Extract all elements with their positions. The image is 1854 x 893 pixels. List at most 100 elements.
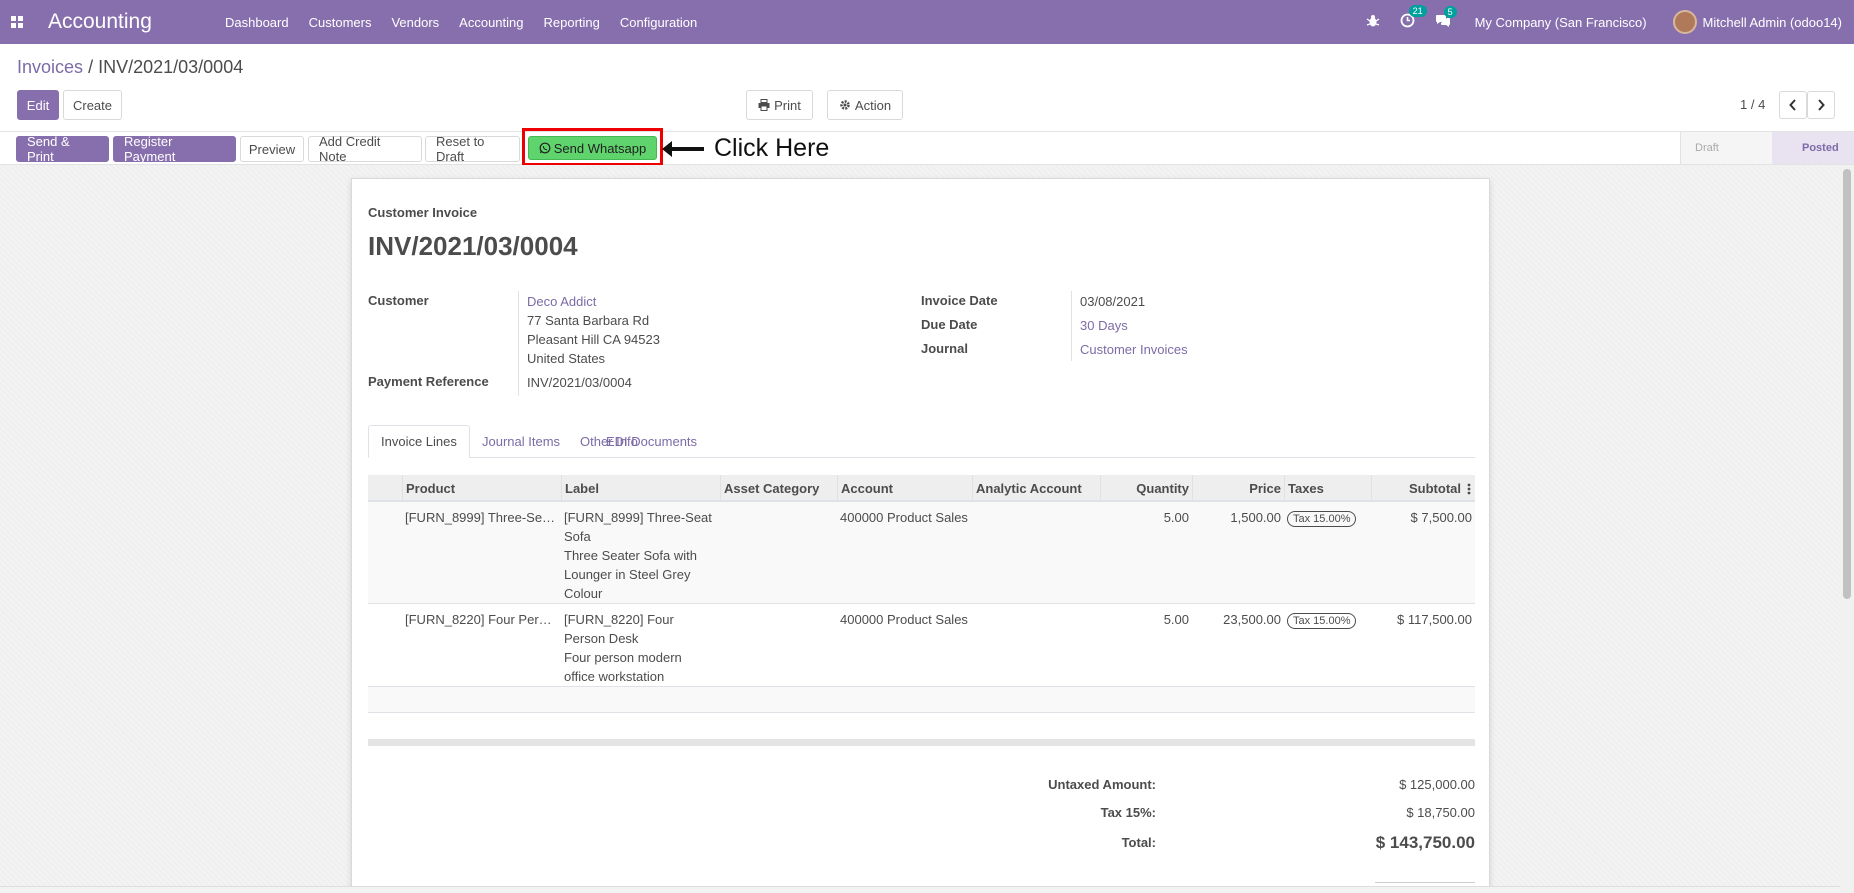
create-button[interactable]: Create [63, 90, 122, 120]
journal-label: Journal [921, 341, 968, 356]
user-name: Mitchell Admin (odoo14) [1702, 14, 1842, 30]
col-account[interactable]: Account [837, 475, 972, 502]
debug-bug-icon[interactable] [1366, 14, 1380, 31]
bottom-strip [0, 886, 1840, 893]
line-product: [FURN_8999] Three-Se… [405, 510, 556, 525]
apps-menu-icon[interactable] [0, 0, 34, 44]
line-tax: Tax 15.00% [1287, 610, 1357, 629]
page-scrollbar[interactable] [1840, 165, 1854, 893]
field-divider [1071, 291, 1072, 361]
tab-invoice-lines[interactable]: Invoice Lines [368, 425, 470, 458]
address-line: Pleasant Hill CA 94523 [527, 332, 660, 347]
print-label: Print [774, 97, 801, 113]
stage-draft: Draft [1680, 132, 1772, 164]
tax-amount-label: Tax 15%: [1100, 805, 1156, 820]
column-options-icon[interactable] [1464, 475, 1475, 502]
menu-accounting[interactable]: Accounting [449, 15, 533, 30]
chevron-right-icon [1818, 99, 1825, 111]
line-label: [FURN_8999] Three-Seat Sofa Three Seater… [564, 510, 712, 601]
line-product: [FURN_8220] Four Per… [405, 612, 552, 627]
notebook-tabs: Invoice Lines Journal Items Other Info E… [368, 425, 1475, 458]
pager-value[interactable]: 1 / 4 [1740, 97, 1765, 112]
line-quantity: 5.00 [1163, 510, 1189, 525]
line-price: 1,500.00 [1230, 510, 1281, 525]
invoice-sheet: Customer Invoice INV/2021/03/0004 Custom… [351, 178, 1490, 893]
payment-reference-value[interactable]: INV/2021/03/0004 [527, 373, 632, 392]
preview-button[interactable]: Preview [240, 136, 304, 162]
line-subtotal: $ 7,500.00 [1410, 510, 1472, 525]
due-date-link[interactable]: 30 Days [1080, 316, 1128, 335]
gear-icon [840, 100, 850, 110]
edit-button[interactable]: Edit [17, 90, 59, 120]
col-asset-category[interactable]: Asset Category [720, 475, 837, 502]
breadcrumb-invoices-link[interactable]: Invoices [17, 57, 83, 77]
total-value: $ 143,750.00 [1375, 833, 1475, 852]
tab-journal-items[interactable]: Journal Items [470, 425, 572, 458]
user-menu[interactable]: Mitchell Admin (odoo14) [1672, 10, 1842, 34]
messages-chat-icon[interactable]: 5 [1435, 5, 1457, 31]
due-date-label: Due Date [921, 317, 978, 332]
col-quantity[interactable]: Quantity [1100, 475, 1192, 502]
messages-badge: 5 [1443, 5, 1457, 18]
send-print-button[interactable]: Send & Print [16, 134, 109, 164]
pager-next-button[interactable] [1807, 91, 1835, 119]
menu-vendors[interactable]: Vendors [381, 15, 449, 30]
line-subtotal: $ 117,500.00 [1397, 612, 1472, 627]
activity-badge: 21 [1408, 5, 1427, 17]
field-divider [518, 291, 519, 396]
invoice-date-label: Invoice Date [921, 293, 998, 308]
company-switcher[interactable]: My Company (San Francisco) [1475, 15, 1647, 30]
line-tax: Tax 15.00% [1287, 508, 1357, 527]
address-line: United States [527, 351, 606, 366]
col-price[interactable]: Price [1192, 475, 1284, 502]
line-account: 400000 Product Sales [840, 510, 968, 525]
reset-to-draft-button[interactable]: Reset to Draft [425, 134, 520, 164]
chevron-left-icon [1789, 99, 1796, 111]
menu-reporting[interactable]: Reporting [534, 15, 610, 30]
breadcrumb-separator: / [88, 57, 94, 77]
table-footer [368, 739, 1475, 746]
activity-clock-icon[interactable]: 21 [1400, 5, 1427, 31]
pager-previous-button[interactable] [1779, 91, 1807, 119]
tax-tag: Tax 15.00% [1287, 511, 1357, 527]
scroll-thumb[interactable] [1843, 169, 1851, 599]
col-taxes[interactable]: Taxes [1284, 475, 1371, 502]
col-product[interactable]: Product [402, 475, 561, 502]
line-quantity: 5.00 [1163, 612, 1189, 627]
line-label: [FURN_8220] Four Person Desk Four person… [564, 612, 682, 684]
totals-divider [1375, 882, 1475, 883]
untaxed-amount-label: Untaxed Amount: [1048, 777, 1156, 792]
stage-posted: Posted [1772, 132, 1854, 164]
left-arrow-icon [662, 140, 704, 157]
table-header: Product Label Asset Category Account Ana… [368, 475, 1475, 502]
systray: 21 5 My Company (San Francisco) Mitchell… [1356, 0, 1854, 44]
register-payment-button[interactable]: Register Payment [113, 134, 236, 164]
customer-link[interactable]: Deco Addict [527, 292, 596, 311]
journal-link[interactable]: Customer Invoices [1080, 340, 1188, 359]
menu-configuration[interactable]: Configuration [610, 15, 707, 30]
tab-edi-documents[interactable]: EDI Documents [594, 425, 709, 458]
col-label[interactable]: Label [561, 475, 720, 502]
breadcrumb: Invoices / INV/2021/03/0004 [17, 57, 243, 78]
app-name[interactable]: Accounting [48, 10, 215, 34]
avatar [1672, 10, 1697, 34]
menu-dashboard[interactable]: Dashboard [215, 15, 299, 30]
add-credit-note-button[interactable]: Add Credit Note [308, 134, 422, 164]
col-analytic-account[interactable]: Analytic Account [972, 475, 1100, 502]
table-row[interactable]: [FURN_8220] Four Per… [FURN_8220] Four P… [368, 604, 1475, 687]
send-whatsapp-button[interactable]: Send Whatsapp [528, 136, 657, 160]
send-whatsapp-label: Send Whatsapp [553, 140, 647, 156]
menu-customers[interactable]: Customers [299, 15, 382, 30]
action-button[interactable]: Action [827, 90, 903, 120]
main-menu: Dashboard Customers Vendors Accounting R… [215, 15, 707, 30]
col-subtotal[interactable]: Subtotal [1371, 475, 1464, 502]
invoice-number: INV/2021/03/0004 [368, 231, 578, 261]
line-account: 400000 Product Sales [840, 612, 968, 627]
breadcrumb-current: INV/2021/03/0004 [98, 57, 244, 77]
whatsapp-icon [539, 142, 551, 154]
top-navbar: Accounting Dashboard Customers Vendors A… [0, 0, 1854, 44]
customer-label: Customer [368, 293, 429, 308]
invoice-date-value[interactable]: 03/08/2021 [1080, 292, 1145, 311]
table-row[interactable]: [FURN_8999] Three-Se… [FURN_8999] Three-… [368, 502, 1475, 604]
print-button[interactable]: Print [746, 90, 813, 120]
